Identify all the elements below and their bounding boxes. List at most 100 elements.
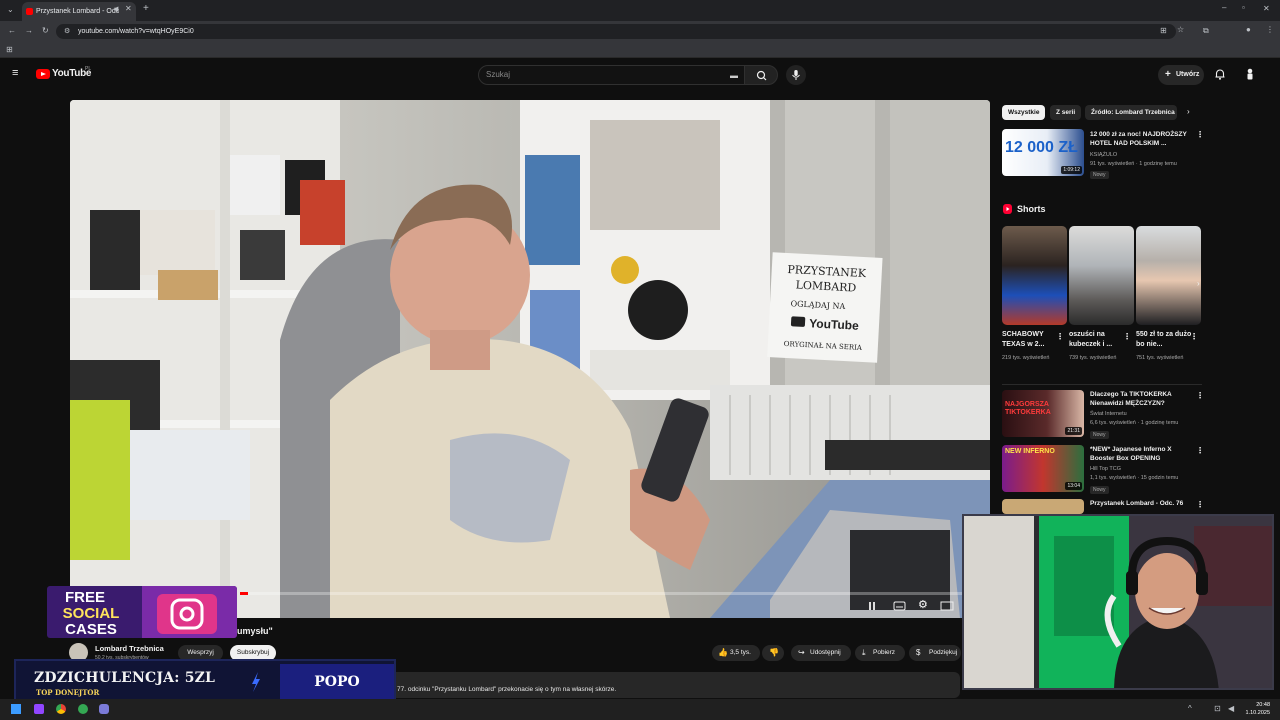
- tab-mute-icon[interactable]: ◀: [113, 6, 118, 13]
- twitch-icon[interactable]: [34, 704, 44, 714]
- forward-icon[interactable]: →: [25, 27, 33, 35]
- install-icon[interactable]: ⊞: [1160, 27, 1167, 35]
- network-icon[interactable]: ⊡: [1214, 705, 1221, 713]
- video-thumbnail[interactable]: NAJGORSZA TIKTOKERKA 21:31: [1002, 390, 1084, 437]
- short-title[interactable]: SCHABOWY TEXAS w 2...: [1002, 330, 1060, 350]
- video-progress-bar[interactable]: [240, 592, 990, 595]
- youtube-logo-icon[interactable]: [36, 69, 50, 79]
- clock[interactable]: 20:48 1.10.2025: [1246, 701, 1270, 717]
- video-progress-fill: [240, 592, 248, 595]
- chip-source[interactable]: Źródło: Lombard Trzebnica: [1085, 105, 1177, 120]
- search-input[interactable]: Szukaj ▬: [478, 65, 745, 85]
- short-title[interactable]: 550 zł to za dużo bo nie...: [1136, 330, 1194, 350]
- menu-dots-icon[interactable]: ⋮: [1266, 26, 1274, 34]
- more-options-icon[interactable]: ⋮: [1196, 130, 1204, 139]
- video-channel[interactable]: Świat Internetu: [1090, 411, 1127, 419]
- apps-grid-icon[interactable]: ⊞: [6, 46, 13, 54]
- create-button[interactable]: + Utwórz: [1158, 65, 1204, 85]
- clock-date: 1.10.2025: [1245, 710, 1270, 716]
- url-field[interactable]: ⚙ youtube.com/watch?v=wtqHOyE9Ci0: [56, 24, 1176, 39]
- share-button[interactable]: ↪ Udostępnij: [791, 645, 851, 661]
- create-label: Utwórz: [1176, 71, 1200, 78]
- share-icon: ↪: [798, 648, 805, 657]
- video-meta: 91 tys. wyświetleń · 1 godzinę temu: [1090, 161, 1177, 167]
- dislike-button[interactable]: 👎: [762, 645, 784, 661]
- bookmark-star-icon[interactable]: ☆: [1177, 26, 1184, 34]
- settings-gear-icon[interactable]: ⚙: [918, 600, 928, 611]
- site-info-icon[interactable]: ⚙: [64, 28, 70, 35]
- video-title[interactable]: Przystanek Lombard - Odc. 76: [1090, 500, 1192, 509]
- chevron-right-icon[interactable]: ›: [1187, 108, 1190, 116]
- more-options-icon[interactable]: ⋮: [1196, 391, 1204, 400]
- webcam-overlay: [962, 514, 1274, 690]
- more-options-icon[interactable]: ⋮: [1123, 332, 1131, 341]
- profile-icon[interactable]: ●: [1246, 26, 1251, 34]
- video-title[interactable]: *NEW* Japanese Inferno X Booster Box OPE…: [1090, 446, 1192, 463]
- thanks-icon: $: [916, 648, 921, 657]
- hamburger-menu-icon[interactable]: ≡: [12, 68, 18, 79]
- window-minimize-icon[interactable]: –: [1222, 4, 1226, 12]
- video-duration: 13:04: [1065, 482, 1082, 490]
- window-close-icon[interactable]: ✕: [1263, 5, 1270, 13]
- pause-icon[interactable]: [866, 601, 878, 611]
- back-icon[interactable]: ←: [8, 27, 16, 35]
- short-thumbnail[interactable]: [1069, 226, 1134, 325]
- short-title[interactable]: oszuści na kubeczek i ...: [1069, 330, 1127, 350]
- short-thumbnail[interactable]: [1136, 226, 1201, 325]
- chip-series[interactable]: Z serii: [1050, 105, 1082, 120]
- donation-subtitle: TOP DONEJTOR: [36, 688, 100, 697]
- short-views: 751 tys. wyświetleń: [1136, 355, 1184, 361]
- browser-tab-bar: ⌄ Przystanek Lombard - Odc ◀ ✕ + – ▫ ✕: [0, 0, 1280, 21]
- video-player[interactable]: PRZYSTANEK LOMBARD OGLĄDAJ NA YouTube OR…: [70, 100, 990, 618]
- youtube-header: ≡ YouTube PL Szukaj ▬ + Utwórz: [0, 58, 1280, 92]
- shorts-heading: Shorts: [1017, 204, 1046, 214]
- channel-name[interactable]: Lombard Trzebnica: [95, 644, 164, 653]
- discord-icon[interactable]: [99, 704, 109, 714]
- donation-label: POPO: [280, 664, 394, 701]
- tab-list-icon[interactable]: ⌄: [7, 6, 14, 14]
- plus-icon: +: [1165, 69, 1171, 80]
- chrome-icon[interactable]: [56, 704, 66, 714]
- video-thumbnail[interactable]: NEW INFERNO 13:04: [1002, 445, 1084, 492]
- tab-close-icon[interactable]: ✕: [125, 5, 132, 13]
- thumbnail-text: NAJGORSZA TIKTOKERKA: [1005, 401, 1051, 416]
- more-options-icon[interactable]: ⋮: [1196, 500, 1204, 509]
- video-title[interactable]: 12 000 zł za noc! NAJDROŻSZY HOTEL NAD P…: [1090, 131, 1192, 148]
- chip-all[interactable]: Wszystkie: [1002, 105, 1046, 120]
- youtube-favicon-icon: [26, 8, 33, 15]
- app-icon[interactable]: [78, 704, 88, 714]
- video-title[interactable]: Dlaczego Ta TIKTOKERKA Nienawidzi MĘŻCZY…: [1090, 391, 1192, 408]
- shorts-next-icon[interactable]: ›: [1197, 280, 1200, 288]
- more-options-icon[interactable]: ⋮: [1056, 332, 1064, 341]
- thanks-button[interactable]: $ Podziękuj: [909, 645, 961, 661]
- browser-tab-active[interactable]: Przystanek Lombard - Odc: [22, 2, 136, 21]
- like-count: 3,5 tys.: [730, 649, 751, 656]
- theater-mode-icon[interactable]: [940, 601, 954, 611]
- window-maximize-icon[interactable]: ▫: [1242, 4, 1245, 12]
- avatar[interactable]: [1243, 67, 1257, 81]
- video-meta: 1,1 tys. wyświetleń · 15 godzin temu: [1090, 475, 1179, 481]
- video-meta: 6,6 tys. wyświetleń · 1 godzinę temu: [1090, 420, 1179, 426]
- keyboard-icon[interactable]: ▬: [730, 72, 738, 80]
- voice-search-button[interactable]: [786, 65, 806, 85]
- notifications-bell-icon[interactable]: [1213, 67, 1227, 81]
- video-thumbnail[interactable]: [1002, 499, 1084, 514]
- volume-icon[interactable]: ◀: [1228, 705, 1234, 713]
- tray-arrow-icon[interactable]: ^: [1188, 705, 1192, 713]
- lightning-icon: [252, 672, 260, 692]
- new-tab-icon[interactable]: +: [143, 4, 149, 14]
- download-button[interactable]: ⤓ Pobierz: [855, 645, 905, 661]
- video-channel[interactable]: Hill Top TCG: [1090, 466, 1121, 474]
- like-button[interactable]: 👍 3,5 tys.: [712, 645, 760, 661]
- short-thumbnail[interactable]: [1002, 226, 1067, 325]
- new-badge: Nowy: [1090, 171, 1109, 179]
- more-options-icon[interactable]: ⋮: [1190, 332, 1198, 341]
- more-options-icon[interactable]: ⋮: [1196, 446, 1204, 455]
- video-channel[interactable]: KSIĄŻULO: [1090, 152, 1117, 160]
- video-thumbnail[interactable]: 12 000 ZŁ 1:09:12: [1002, 129, 1084, 176]
- start-icon[interactable]: [11, 704, 21, 714]
- reload-icon[interactable]: ↻: [42, 27, 49, 35]
- subtitles-icon[interactable]: [893, 601, 906, 611]
- extensions-icon[interactable]: ⧉: [1203, 27, 1209, 35]
- search-button[interactable]: [744, 65, 778, 85]
